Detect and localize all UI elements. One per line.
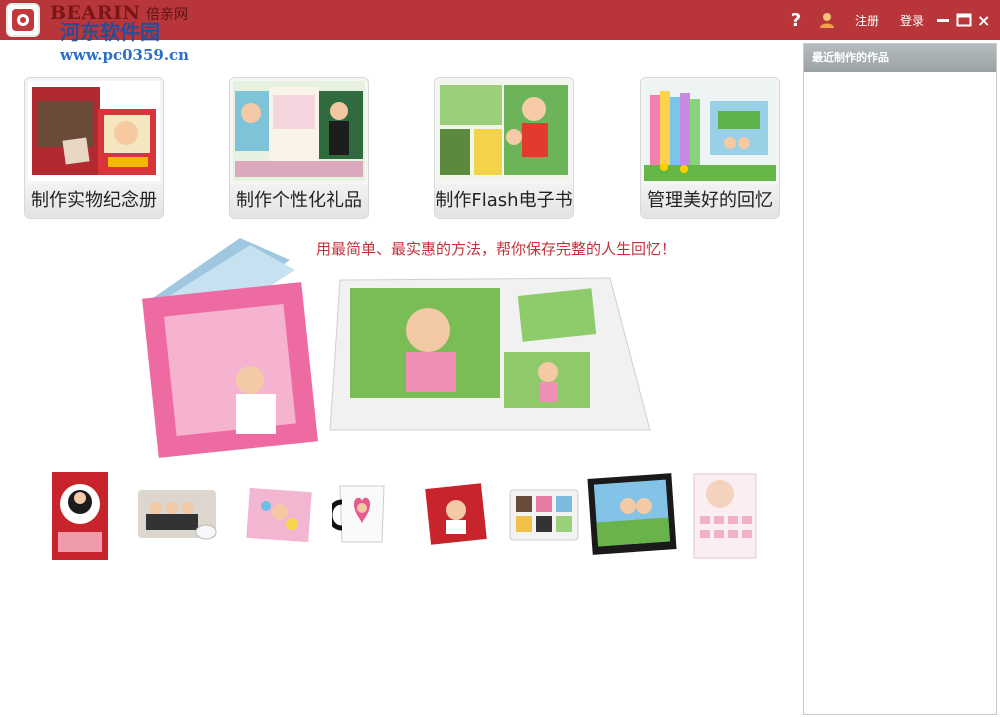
mug-product [332,485,385,543]
photo-card-product [425,483,487,545]
login-link[interactable]: 登录 [900,0,924,40]
photo-sticker-product [509,489,579,541]
wall-calendar-product [693,473,757,559]
help-icon[interactable]: ? [788,0,804,40]
watermark-url: www.pc0359.cn [60,46,190,64]
maximize-icon[interactable] [956,0,972,40]
recent-works-title: 最近制作的作品 [804,44,996,72]
watermark-text: 河东软件园 [60,20,160,44]
tile-flash-ebook[interactable]: 制作Flash电子书 [434,77,574,219]
personal-gift-image [233,81,365,181]
tile-photo-album[interactable]: 制作实物纪念册 [24,77,164,219]
tile-manage-memories[interactable]: 管理美好的回忆 [640,77,780,219]
tile-label: 制作个性化礼品 [230,184,368,218]
register-link[interactable]: 注册 [855,0,879,40]
flash-ebook-image [438,81,570,181]
user-icon[interactable] [818,0,836,40]
tile-label: 制作实物纪念册 [25,184,163,218]
tile-label: 管理美好的回忆 [641,184,779,218]
photo-frame-product [587,473,677,555]
app-logo-icon [6,3,40,37]
manage-memories-image [644,81,776,181]
tile-label: 制作Flash电子书 [435,184,573,218]
tile-personal-gift[interactable]: 制作个性化礼品 [229,77,369,219]
close-icon[interactable]: × [977,0,990,40]
desk-calendar-product [52,472,108,560]
photo-album-image [28,81,160,181]
minimize-icon[interactable] [936,0,950,40]
puzzle-product [246,488,312,543]
recent-works-panel: 最近制作的作品 [803,43,997,715]
mouse-pad-product [138,490,217,540]
